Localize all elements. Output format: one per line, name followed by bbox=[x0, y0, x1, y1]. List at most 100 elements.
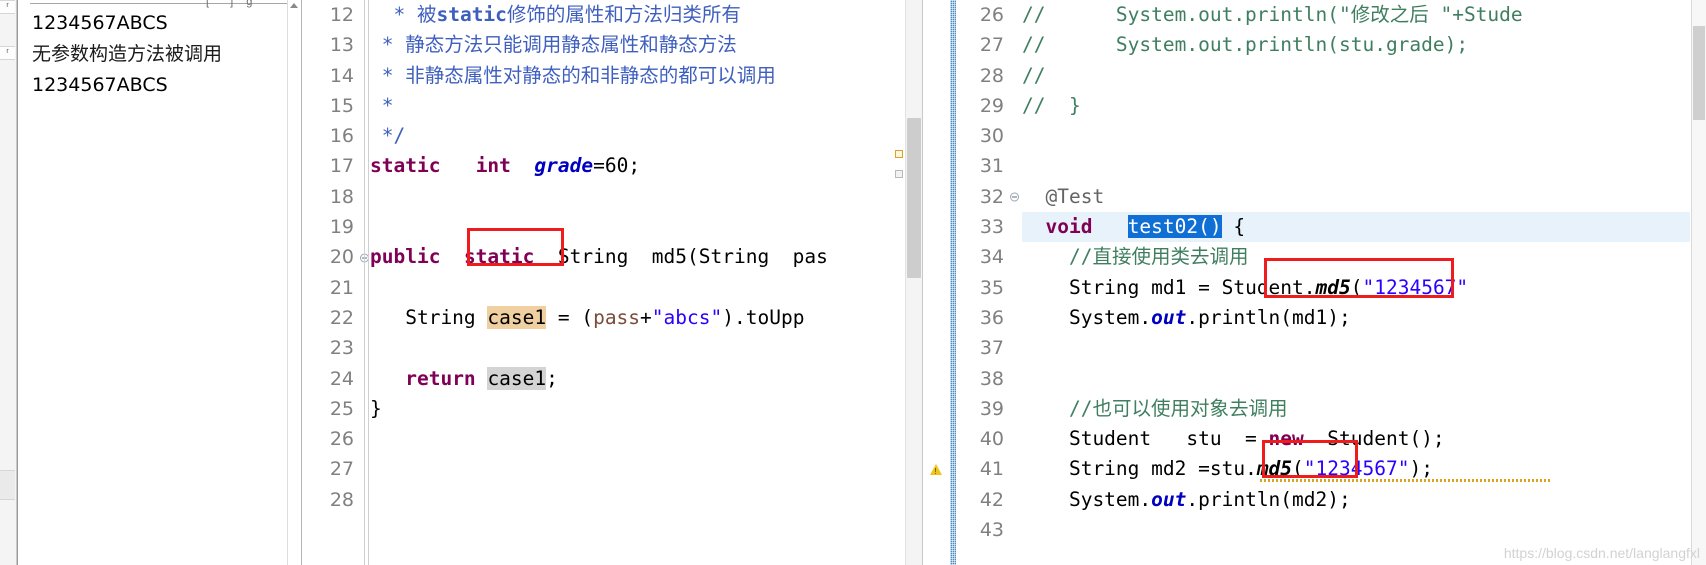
mid-overview-ruler[interactable] bbox=[895, 0, 905, 565]
code-token: public bbox=[370, 245, 441, 269]
code-token: Student stu = bbox=[1022, 427, 1269, 451]
code-line[interactable]: static int grade=60; bbox=[370, 151, 896, 181]
code-line[interactable] bbox=[370, 424, 896, 454]
code-token: grade bbox=[534, 154, 594, 178]
overview-marker-task[interactable] bbox=[895, 170, 903, 178]
code-line[interactable]: * 被static修饰的属性和方法归类所有 bbox=[370, 0, 896, 30]
code-line[interactable] bbox=[370, 454, 896, 484]
strip-tab-3[interactable] bbox=[0, 470, 15, 500]
right-code-area[interactable]: // System.out.println("修改之后 "+Stude // Sy… bbox=[1022, 0, 1690, 565]
code-line[interactable]: * 非静态属性对静态的和非静态的都可以调用 bbox=[370, 61, 896, 91]
code-token: //直接使用类去调用 bbox=[1022, 245, 1249, 269]
code-line[interactable] bbox=[370, 273, 896, 303]
mid-code-area[interactable]: * 被static修饰的属性和方法归类所有 * 静态方法只能调用静态属性和静态方… bbox=[370, 0, 896, 565]
editor-student-java[interactable]: 12 13 14 15 16 17 18 19 20 21 22 23 24 25 26 27 28 * 被st… bbox=[302, 0, 922, 565]
watermark: https://blog.csdn.net/langlangfxl bbox=[1503, 545, 1700, 561]
code-line[interactable]: * 静态方法只能调用静态属性和静态方法 bbox=[370, 30, 896, 60]
line-number: 13 bbox=[329, 34, 354, 57]
right-gutter: 26 27 28 29 30 31 32 33 34 35 36 37 38 39 40 41 42 43 bbox=[956, 0, 1019, 565]
code-line[interactable] bbox=[1022, 121, 1690, 151]
code-token: static bbox=[436, 3, 507, 26]
line-number: 14 bbox=[329, 64, 354, 87]
strip-tab-1[interactable]: r bbox=[0, 0, 15, 14]
code-line[interactable]: } bbox=[370, 394, 896, 424]
code-token: md5 bbox=[1256, 457, 1293, 481]
code-line[interactable]: */ bbox=[370, 121, 896, 151]
left-toolbar-strip: r r bbox=[0, 0, 17, 565]
code-line[interactable] bbox=[370, 485, 896, 515]
code-line[interactable] bbox=[1022, 515, 1690, 545]
fold-toggle-icon[interactable] bbox=[1010, 192, 1019, 202]
code-line[interactable] bbox=[370, 182, 896, 212]
code-line[interactable]: * bbox=[370, 91, 896, 121]
right-line-numbers: 26 27 28 29 30 31 32 33 34 35 36 37 38 39 40 41 42 43 bbox=[956, 0, 1019, 545]
editor-student-test-java[interactable]: ! 26 27 28 29 30 31 32 33 34 35 36 37 38 39 40 41 42 43 /… bbox=[922, 0, 1706, 565]
warning-marker-icon[interactable]: ! bbox=[929, 463, 944, 478]
mid-scroll-thumb[interactable] bbox=[907, 118, 921, 278]
code-line[interactable] bbox=[370, 212, 896, 242]
line-number: 31 bbox=[979, 155, 1004, 178]
code-line[interactable]: System.out.println(md1); bbox=[1022, 303, 1690, 333]
line-number: 26 bbox=[329, 428, 354, 451]
console-output[interactable]: 1234567ABCS 无参数构造方法被调用 1234567ABCS bbox=[32, 8, 287, 565]
code-token: "1234567" bbox=[1362, 275, 1469, 299]
code-token: ; bbox=[546, 366, 558, 390]
right-scroll-thumb[interactable] bbox=[1693, 26, 1705, 120]
code-token: md5 bbox=[1315, 275, 1351, 299]
line-number: 27 bbox=[979, 34, 1004, 57]
code-line[interactable] bbox=[1022, 151, 1690, 181]
line-number: 35 bbox=[979, 276, 1004, 299]
console-line: 1234567ABCS bbox=[32, 12, 168, 34]
code-line[interactable]: System.out.println(md2); bbox=[1022, 485, 1690, 515]
code-token: out bbox=[1151, 305, 1187, 329]
code-line[interactable] bbox=[1022, 333, 1690, 363]
line-number: 37 bbox=[979, 337, 1004, 360]
console-resize-grip[interactable]: [ ] g bbox=[206, 0, 257, 8]
code-line[interactable]: // System.out.println(stu.grade); bbox=[1022, 30, 1690, 60]
right-vertical-scrollbar[interactable] bbox=[1691, 0, 1706, 565]
right-marker-column[interactable]: ! bbox=[927, 0, 949, 565]
code-line[interactable]: // bbox=[1022, 61, 1690, 91]
console-panel: [ ] g 1234567ABCS 无参数构造方法被调用 1234567ABCS bbox=[17, 0, 302, 565]
code-line[interactable]: //也可以使用对象去调用 bbox=[1022, 394, 1690, 424]
console-line: 无参数构造方法被调用 bbox=[32, 43, 223, 65]
code-line[interactable] bbox=[370, 333, 896, 363]
scroll-up-arrow-icon[interactable] bbox=[290, 3, 298, 8]
strip-tab-2[interactable]: r bbox=[0, 46, 15, 60]
code-line[interactable]: @Test bbox=[1022, 182, 1690, 212]
code-line[interactable]: public static String md5(String pas bbox=[370, 242, 896, 272]
code-token: System. bbox=[1022, 305, 1152, 329]
line-number: 27 bbox=[329, 458, 354, 481]
mid-vertical-scrollbar[interactable] bbox=[905, 0, 922, 565]
code-line[interactable]: // } bbox=[1022, 91, 1690, 121]
code-line[interactable]: String md1 = Student.md5("1234567" bbox=[1022, 273, 1690, 303]
code-line[interactable]: String md2 =stu.md5("1234567"); bbox=[1022, 454, 1690, 484]
code-token: static bbox=[463, 245, 535, 269]
code-token: Student. bbox=[1221, 275, 1316, 299]
console-scrollbar[interactable] bbox=[287, 0, 301, 565]
line-number: 34 bbox=[979, 246, 1004, 269]
overview-marker-warning[interactable] bbox=[895, 150, 903, 158]
code-line[interactable]: // System.out.println("修改之后 "+Stude bbox=[1022, 0, 1690, 30]
line-number: 28 bbox=[329, 488, 354, 511]
line-number: 26 bbox=[979, 4, 1004, 26]
code-line[interactable]: Student stu = new Student(); bbox=[1022, 424, 1690, 454]
line-number: 32 bbox=[956, 182, 1019, 212]
code-line[interactable]: void test02() { bbox=[1022, 212, 1690, 243]
code-token: "1234567" bbox=[1303, 457, 1410, 481]
code-line[interactable]: //直接使用类去调用 bbox=[1022, 242, 1690, 272]
code-token: out bbox=[1151, 487, 1187, 511]
code-token: stu. bbox=[1209, 457, 1257, 481]
mid-line-numbers: 12 13 14 15 16 17 18 19 20 21 22 23 24 25 26 27 28 bbox=[302, 0, 369, 515]
line-number: 12 bbox=[329, 4, 354, 26]
code-line[interactable] bbox=[1022, 364, 1690, 394]
mid-gutter: 12 13 14 15 16 17 18 19 20 21 22 23 24 25 26 27 28 bbox=[302, 0, 369, 565]
line-number: 38 bbox=[979, 367, 1004, 390]
code-token: Student(); bbox=[1303, 427, 1445, 451]
code-line[interactable]: String case1 = (pass+"abcs").toUpp bbox=[370, 303, 896, 333]
code-line[interactable]: return case1; bbox=[370, 364, 896, 394]
